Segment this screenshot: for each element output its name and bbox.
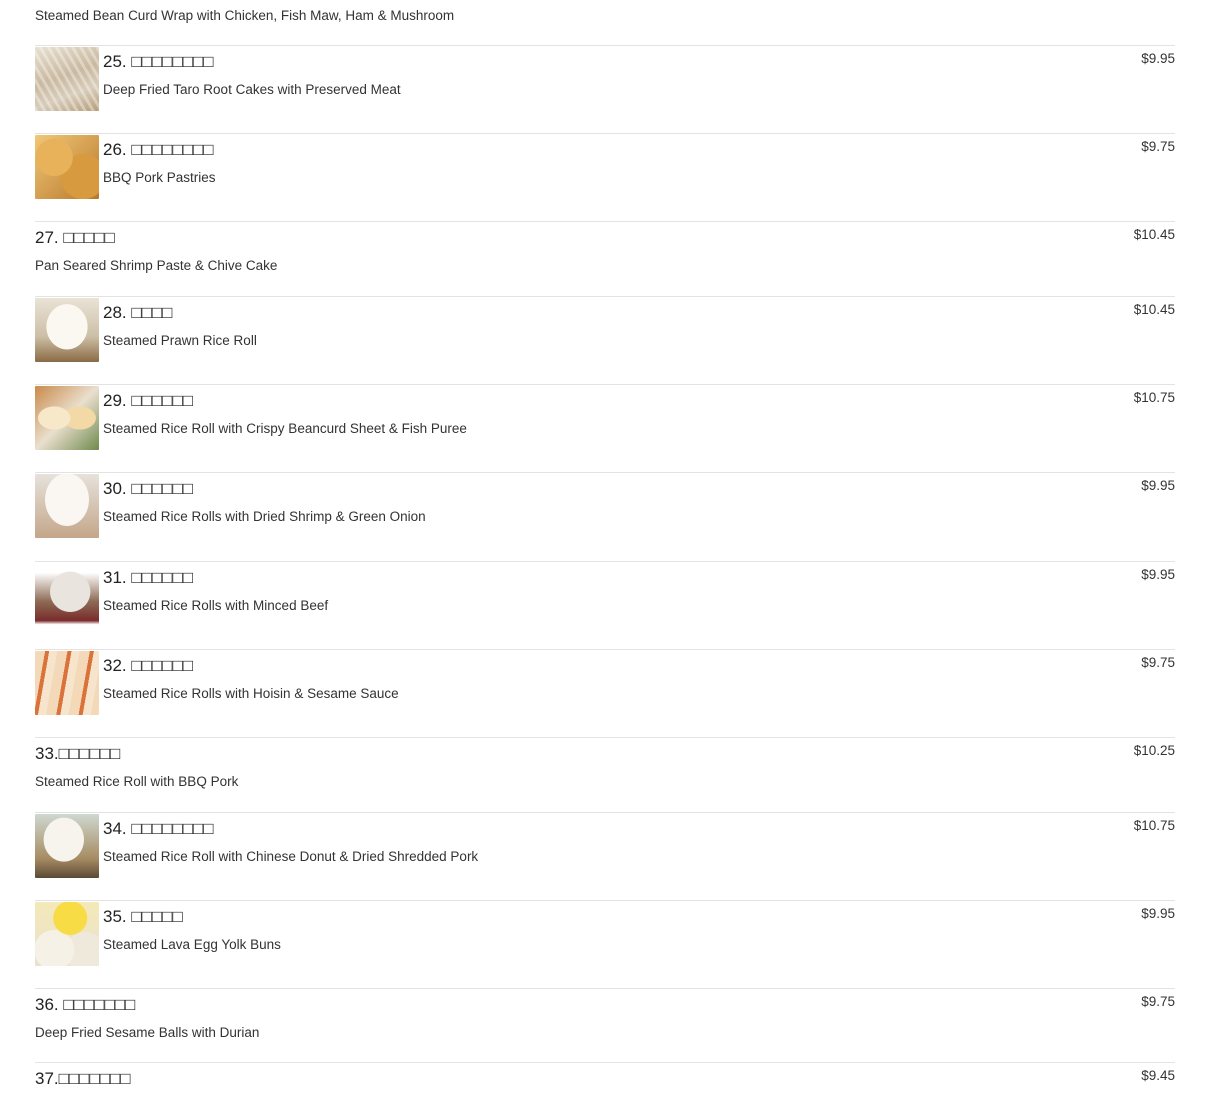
- item-number: 26.: [103, 140, 127, 159]
- item-chinese-name: □□□□□: [131, 907, 183, 926]
- item-description: Steamed Prawn Rice Roll: [103, 333, 257, 348]
- item-price: $9.75: [1141, 994, 1175, 1009]
- menu-item-37[interactable]: 37.□□□□□□□ $9.45: [35, 1062, 1175, 1096]
- item-chinese-name: □□□□□□□□: [131, 819, 214, 838]
- taro-cake-image[interactable]: [35, 47, 99, 111]
- item-price: $9.95: [1141, 906, 1175, 921]
- menu-item-33[interactable]: 33.□□□□□□ Steamed Rice Roll with BBQ Por…: [35, 737, 1175, 812]
- item-description: Steamed Rice Rolls with Hoisin & Sesame …: [103, 686, 399, 701]
- item-chinese-name: □□□□: [131, 303, 173, 322]
- item-description: Deep Fried Taro Root Cakes with Preserve…: [103, 82, 401, 97]
- item-number: 27.: [35, 228, 59, 247]
- item-chinese-name: □□□□□□: [131, 479, 193, 498]
- item-number: 25.: [103, 52, 127, 71]
- item-title[interactable]: 37.□□□□□□□: [35, 1069, 131, 1089]
- item-chinese-name: □□□□□□: [58, 744, 121, 763]
- item-title[interactable]: 26. □□□□□□□□: [103, 140, 214, 160]
- item-title[interactable]: 34. □□□□□□□□: [103, 819, 214, 839]
- item-chinese-name: □□□□□□: [131, 391, 193, 410]
- menu-item-32[interactable]: 32. □□□□□□ Steamed Rice Rolls with Hoisi…: [35, 649, 1175, 737]
- bbq-pork-pastries-image[interactable]: [35, 135, 99, 199]
- item-number: 29.: [103, 391, 127, 410]
- menu-item-25[interactable]: 25. □□□□□□□□ Deep Fried Taro Root Cakes …: [35, 45, 1175, 133]
- item-description: Steamed Lava Egg Yolk Buns: [103, 937, 281, 952]
- menu-item-28[interactable]: 28. □□□□ Steamed Prawn Rice Roll $10.45: [35, 296, 1175, 384]
- item-chinese-name: □□□□□□: [131, 568, 193, 587]
- item-title[interactable]: 25. □□□□□□□□: [103, 52, 214, 72]
- item-price: $9.75: [1141, 139, 1175, 154]
- lava-bun-image[interactable]: [35, 902, 99, 966]
- item-number: 32.: [103, 656, 127, 675]
- menu-item-27[interactable]: 27. □□□□□ Pan Seared Shrimp Paste & Chiv…: [35, 221, 1175, 296]
- item-title[interactable]: 32. □□□□□□: [103, 656, 193, 676]
- menu-item-35[interactable]: 35. □□□□□ Steamed Lava Egg Yolk Buns $9.…: [35, 900, 1175, 988]
- crispy-rice-roll-image[interactable]: [35, 386, 99, 450]
- item-chinese-name: □□□□□□□□: [131, 52, 214, 71]
- item-title[interactable]: 35. □□□□□: [103, 907, 183, 927]
- item-chinese-name: □□□□□□□: [58, 1069, 131, 1088]
- item-title[interactable]: 31. □□□□□□: [103, 568, 193, 588]
- menu-item-34[interactable]: 34. □□□□□□□□ Steamed Rice Roll with Chin…: [35, 812, 1175, 900]
- item-price: $9.95: [1141, 567, 1175, 582]
- item-price: $9.95: [1141, 478, 1175, 493]
- item-price: $10.45: [1133, 302, 1175, 317]
- menu-item-26[interactable]: 26. □□□□□□□□ BBQ Pork Pastries $9.75: [35, 133, 1175, 221]
- item-price: $10.75: [1133, 390, 1175, 405]
- item-description: Deep Fried Sesame Balls with Durian: [35, 1025, 260, 1040]
- item-price: $10.75: [1133, 818, 1175, 833]
- item-description: BBQ Pork Pastries: [103, 170, 216, 185]
- item-price: $9.45: [1141, 1068, 1175, 1083]
- item-chinese-name: □□□□□□: [131, 656, 193, 675]
- item-title[interactable]: 29. □□□□□□: [103, 391, 193, 411]
- menu-item-36[interactable]: 36. □□□□□□□ Deep Fried Sesame Balls with…: [35, 988, 1175, 1062]
- item-number: 28.: [103, 303, 127, 322]
- item-description: Steamed Rice Rolls with Minced Beef: [103, 598, 329, 613]
- item-title[interactable]: 30. □□□□□□: [103, 479, 193, 499]
- menu-item-30[interactable]: 30. □□□□□□ Steamed Rice Rolls with Dried…: [35, 472, 1175, 561]
- item-description: Pan Seared Shrimp Paste & Chive Cake: [35, 258, 278, 273]
- item-number: 30.: [103, 479, 127, 498]
- menu-item-31[interactable]: 31. □□□□□□ Steamed Rice Rolls with Mince…: [35, 561, 1175, 649]
- item-title[interactable]: 27. □□□□□: [35, 228, 115, 248]
- item-title[interactable]: 36. □□□□□□□: [35, 995, 135, 1015]
- item-title[interactable]: 28. □□□□: [103, 303, 172, 323]
- menu-item-29[interactable]: 29. □□□□□□ Steamed Rice Roll with Crispy…: [35, 384, 1175, 472]
- hoisin-rice-roll-image[interactable]: [35, 651, 99, 715]
- item-number: 37.: [35, 1069, 59, 1088]
- prawn-rice-roll-image[interactable]: [35, 298, 99, 362]
- item-number: 33.: [35, 744, 59, 763]
- item-price: $9.75: [1141, 655, 1175, 670]
- beef-rice-roll-image[interactable]: [35, 563, 99, 627]
- donut-rice-roll-image[interactable]: [35, 814, 99, 878]
- item-description: Steamed Rice Roll with Chinese Donut & D…: [103, 849, 479, 864]
- item-description: Steamed Rice Roll with BBQ Pork: [35, 774, 239, 789]
- item-description: Steamed Rice Rolls with Dried Shrimp & G…: [103, 509, 426, 524]
- item-price: $9.95: [1141, 51, 1175, 66]
- item-title[interactable]: 33.□□□□□□: [35, 744, 120, 764]
- item-number: 35.: [103, 907, 127, 926]
- item-price: $10.45: [1133, 227, 1175, 242]
- item-number: 31.: [103, 568, 127, 587]
- item-description: Steamed Rice Roll with Crispy Beancurd S…: [103, 421, 467, 436]
- item-chinese-name: □□□□□□□□: [131, 140, 214, 159]
- item-number: 34.: [103, 819, 127, 838]
- item-number: 36.: [35, 995, 59, 1014]
- item-chinese-name: □□□□□: [63, 228, 115, 247]
- item-price: $10.25: [1133, 743, 1175, 758]
- item-24-description: Steamed Bean Curd Wrap with Chicken, Fis…: [35, 8, 455, 23]
- item-chinese-name: □□□□□□□: [63, 995, 136, 1014]
- dried-shrimp-rice-roll-image[interactable]: [35, 474, 99, 538]
